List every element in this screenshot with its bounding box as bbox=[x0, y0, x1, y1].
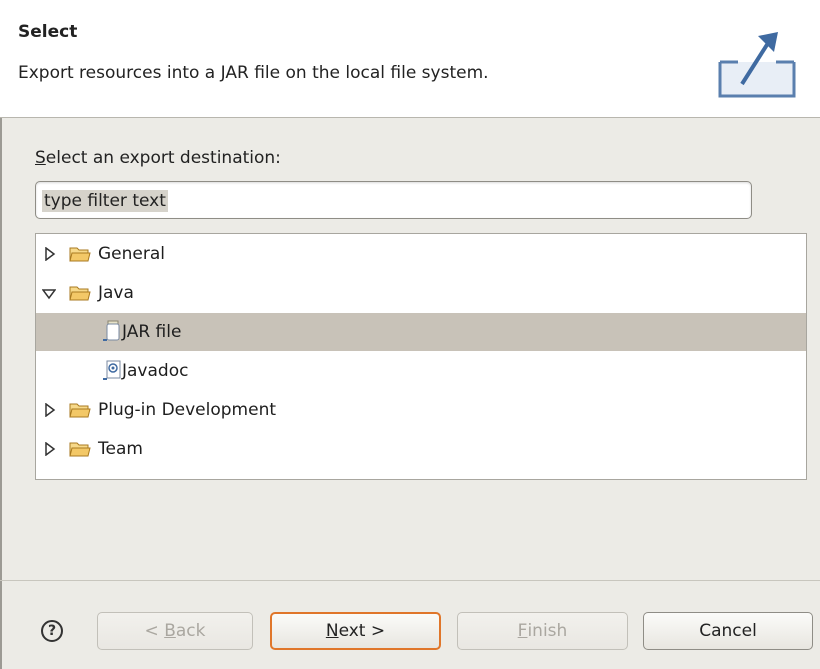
next-button-text: ext > bbox=[338, 621, 386, 641]
export-icon bbox=[718, 32, 796, 98]
tree-item-javadoc[interactable]: Javadoc bbox=[36, 352, 806, 390]
next-button-mnemonic: N bbox=[325, 621, 339, 641]
filter-input-value: type filter text bbox=[42, 190, 168, 212]
expand-arrow-icon[interactable] bbox=[43, 442, 57, 456]
page-description: Export resources into a JAR file on the … bbox=[18, 63, 489, 83]
tree-item-label: Javadoc bbox=[122, 361, 189, 381]
finish-button-mnemonic: F bbox=[517, 621, 528, 641]
finish-button-text: inish bbox=[527, 621, 568, 641]
back-button[interactable]: < Back bbox=[97, 612, 253, 650]
tree-item-label: General bbox=[98, 244, 165, 264]
javadoc-icon bbox=[103, 360, 121, 380]
tree-item-team[interactable]: Team bbox=[36, 430, 806, 468]
back-button-prefix: < bbox=[144, 621, 165, 641]
folder-icon bbox=[69, 442, 91, 457]
destination-label-text: elect an export destination: bbox=[45, 148, 281, 168]
folder-icon bbox=[69, 286, 91, 301]
page-title: Select bbox=[18, 22, 78, 42]
destination-label: Select an export destination: bbox=[35, 148, 281, 168]
next-button[interactable]: Next > bbox=[270, 612, 441, 650]
tree-item-jar-file[interactable]: JAR file bbox=[36, 313, 806, 351]
folder-icon bbox=[69, 247, 91, 262]
footer-divider bbox=[0, 580, 820, 581]
folder-icon bbox=[69, 403, 91, 418]
tree-item-label: Team bbox=[98, 439, 143, 459]
jar-file-icon bbox=[103, 320, 120, 341]
tree-item-label: JAR file bbox=[122, 322, 182, 342]
destination-label-mnemonic: S bbox=[35, 148, 46, 168]
expand-arrow-icon[interactable] bbox=[43, 403, 57, 417]
tree-item-general[interactable]: General bbox=[36, 235, 806, 273]
finish-button[interactable]: Finish bbox=[457, 612, 628, 650]
expand-arrow-icon[interactable] bbox=[43, 247, 57, 261]
tree-item-label: Java bbox=[98, 283, 134, 303]
wizard-header: Select Export resources into a JAR file … bbox=[0, 0, 820, 118]
collapse-arrow-icon[interactable] bbox=[42, 287, 56, 301]
tree-item-plugin-development[interactable]: Plug-in Development bbox=[36, 391, 806, 429]
cancel-button[interactable]: Cancel bbox=[643, 612, 813, 650]
back-button-mnemonic: B bbox=[164, 621, 176, 641]
back-button-text: ack bbox=[175, 621, 206, 641]
export-destination-tree[interactable]: General Java JAR file Javadoc Plug-in De… bbox=[35, 233, 807, 480]
help-icon[interactable]: ? bbox=[41, 620, 63, 642]
tree-item-label: Plug-in Development bbox=[98, 400, 277, 420]
tree-item-java[interactable]: Java bbox=[36, 274, 806, 312]
